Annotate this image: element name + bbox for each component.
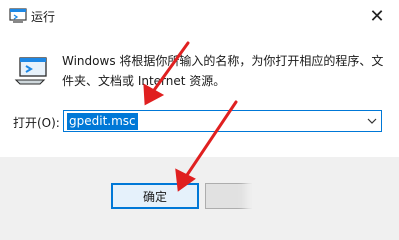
annotation-arrow-bottom-head (175, 168, 196, 192)
annotation-arrow-top (150, 41, 190, 95)
annotation-arrow-bottom (183, 100, 238, 180)
annotation-arrows (143, 41, 238, 192)
annotation-arrow-top-head (143, 83, 165, 106)
